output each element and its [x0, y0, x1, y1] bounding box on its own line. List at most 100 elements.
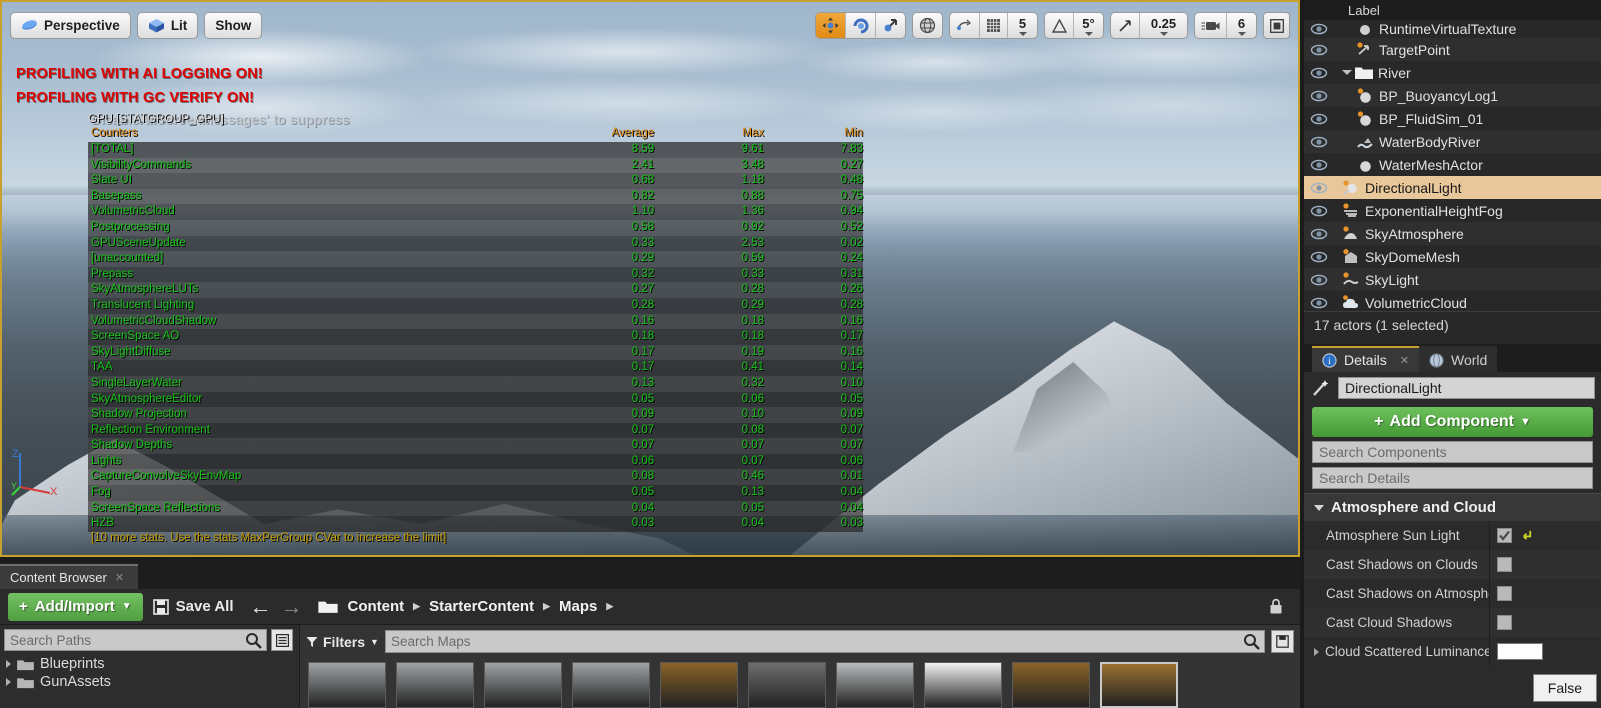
property-checkbox[interactable] — [1497, 586, 1512, 601]
visibility-eye-icon[interactable] — [1310, 44, 1328, 56]
stats-cell-min: 0.02 — [840, 236, 863, 249]
asset-thumbnail[interactable] — [1012, 662, 1090, 708]
asset-thumbnail[interactable] — [748, 662, 826, 708]
asset-thumbnail[interactable] — [924, 662, 1002, 708]
grid-snap-button[interactable] — [979, 13, 1007, 38]
revert-arrow-icon[interactable] — [1520, 529, 1533, 542]
world-coordinate-button[interactable] — [913, 13, 942, 38]
asset-thumbnail[interactable] — [1100, 662, 1178, 708]
outliner-row[interactable]: SkyLight — [1304, 268, 1601, 291]
outliner-row[interactable]: RuntimeVirtualTexture — [1304, 20, 1601, 38]
search-assets-input[interactable]: Search Maps — [384, 630, 1265, 653]
property-row[interactable]: Cast Cloud Shadows — [1304, 608, 1601, 637]
save-search-button[interactable] — [1271, 630, 1294, 653]
close-icon[interactable]: ✕ — [115, 571, 124, 584]
scale-tool-button[interactable] — [875, 13, 905, 38]
outliner-row[interactable]: WaterMeshActor — [1304, 153, 1601, 176]
sources-options-button[interactable] — [271, 629, 293, 651]
chevron-right-icon[interactable] — [6, 678, 11, 686]
visibility-eye-icon[interactable] — [1310, 297, 1328, 309]
property-divider — [1489, 579, 1490, 608]
chevron-right-icon[interactable] — [6, 660, 11, 668]
add-component-button[interactable]: + Add Component ▼ — [1312, 407, 1593, 437]
asset-thumbnail[interactable] — [836, 662, 914, 708]
outliner-row[interactable]: WaterBodyRiver — [1304, 130, 1601, 153]
search-paths-input[interactable]: Search Paths — [4, 629, 267, 651]
profiling-warnings: PROFILING WITH AI LOGGING ON! PROFILING … — [16, 62, 263, 110]
chevron-down-icon[interactable] — [1342, 70, 1352, 75]
visibility-eye-icon[interactable] — [1310, 159, 1328, 171]
back-arrow-icon[interactable]: ← — [249, 595, 271, 618]
save-all-button[interactable]: Save All — [152, 598, 233, 615]
outliner-row[interactable]: ExponentialHeightFog — [1304, 199, 1601, 222]
property-checkbox[interactable] — [1497, 528, 1512, 543]
move-tool-button[interactable] — [816, 13, 845, 38]
add-import-button[interactable]: + Add/Import ▼ — [8, 592, 143, 621]
asset-thumbnail[interactable] — [396, 662, 474, 708]
surface-snap-button[interactable] — [950, 13, 979, 38]
property-checkbox[interactable] — [1497, 557, 1512, 572]
actor-name-field[interactable]: DirectionalLight — [1338, 377, 1595, 399]
asset-thumbnail[interactable] — [660, 662, 738, 708]
property-row[interactable]: Cast Shadows on Clouds — [1304, 550, 1601, 579]
outliner-row[interactable]: SkyDomeMesh — [1304, 245, 1601, 268]
breadcrumb-item-startercontent[interactable]: StarterContent — [429, 598, 534, 615]
search-details-input[interactable]: Search Details — [1312, 467, 1593, 489]
path-tree-item[interactable]: Blueprints — [0, 655, 299, 673]
tab-content-browser[interactable]: Content Browser ✕ — [0, 564, 139, 589]
property-checkbox[interactable] — [1497, 615, 1512, 630]
outliner-row[interactable]: DirectionalLight — [1304, 176, 1601, 199]
tab-world-settings-label: World — [1451, 352, 1488, 368]
camera-speed-button[interactable] — [1195, 13, 1226, 38]
category-header-atmosphere-and-cloud[interactable]: Atmosphere and Cloud — [1304, 493, 1601, 521]
outliner-row[interactable]: TargetPoint — [1304, 38, 1601, 61]
folder-icon — [17, 677, 34, 688]
viewport-show-button[interactable]: Show — [204, 12, 263, 39]
angle-snap-value[interactable]: 5° — [1073, 13, 1103, 38]
maximize-viewport-button[interactable] — [1263, 12, 1290, 39]
viewport-perspective-button[interactable]: Perspective — [10, 12, 131, 39]
outliner-row[interactable]: BP_BuoyancyLog1 — [1304, 84, 1601, 107]
visibility-eye-icon[interactable] — [1310, 228, 1328, 240]
visibility-eye-icon[interactable] — [1310, 136, 1328, 148]
visibility-eye-icon[interactable] — [1310, 23, 1328, 35]
breadcrumb-item-content[interactable]: Content — [347, 598, 404, 615]
close-icon[interactable]: ✕ — [1400, 354, 1409, 367]
rotate-tool-button[interactable] — [845, 13, 875, 38]
stats-cell-name: ScreenSpace Reflections — [91, 501, 221, 514]
filters-button[interactable]: Filters ▼ — [306, 634, 379, 650]
level-viewport[interactable]: Perspective Lit Show 5 5° 0.25 6 PROFILI… — [0, 0, 1300, 557]
breadcrumb-item-maps[interactable]: Maps — [559, 598, 597, 615]
chevron-right-icon[interactable] — [1314, 647, 1319, 656]
scale-snap-button[interactable] — [1111, 13, 1139, 38]
camera-speed-value[interactable]: 6 — [1226, 13, 1256, 38]
property-color-swatch[interactable] — [1497, 643, 1543, 660]
forward-arrow-icon[interactable]: → — [280, 595, 302, 618]
visibility-eye-icon[interactable] — [1310, 90, 1328, 102]
visibility-eye-icon[interactable] — [1310, 251, 1328, 263]
visibility-eye-icon[interactable] — [1310, 67, 1328, 79]
asset-thumbnail[interactable] — [308, 662, 386, 708]
angle-snap-button[interactable] — [1045, 13, 1073, 38]
outliner-row[interactable]: BP_FluidSim_01 — [1304, 107, 1601, 130]
asset-thumbnail[interactable] — [484, 662, 562, 708]
tab-world-settings[interactable]: World — [1419, 346, 1498, 372]
visibility-eye-icon[interactable] — [1310, 182, 1328, 194]
property-row[interactable]: Atmosphere Sun Light — [1304, 521, 1601, 550]
property-rows: Atmosphere Sun Light Cast Shadows on Clou… — [1304, 521, 1601, 666]
visibility-eye-icon[interactable] — [1310, 113, 1328, 125]
grid-snap-value[interactable]: 5 — [1007, 13, 1037, 38]
outliner-row[interactable]: SkyAtmosphere — [1304, 222, 1601, 245]
visibility-eye-icon[interactable] — [1310, 274, 1328, 286]
search-components-input[interactable]: Search Components — [1312, 441, 1593, 463]
property-row[interactable]: Cast Shadows on Atmosphere — [1304, 579, 1601, 608]
lock-icon[interactable] — [1268, 598, 1284, 615]
tab-details[interactable]: i Details ✕ — [1312, 346, 1420, 372]
visibility-eye-icon[interactable] — [1310, 205, 1328, 217]
path-tree-item[interactable]: GunAssets — [0, 673, 299, 691]
property-row[interactable]: Cloud Scattered Luminance — [1304, 637, 1601, 666]
viewport-lit-button[interactable]: Lit — [136, 12, 199, 39]
outliner-row[interactable]: River — [1304, 61, 1601, 84]
scale-snap-value[interactable]: 0.25 — [1139, 13, 1187, 38]
asset-thumbnail[interactable] — [572, 662, 650, 708]
